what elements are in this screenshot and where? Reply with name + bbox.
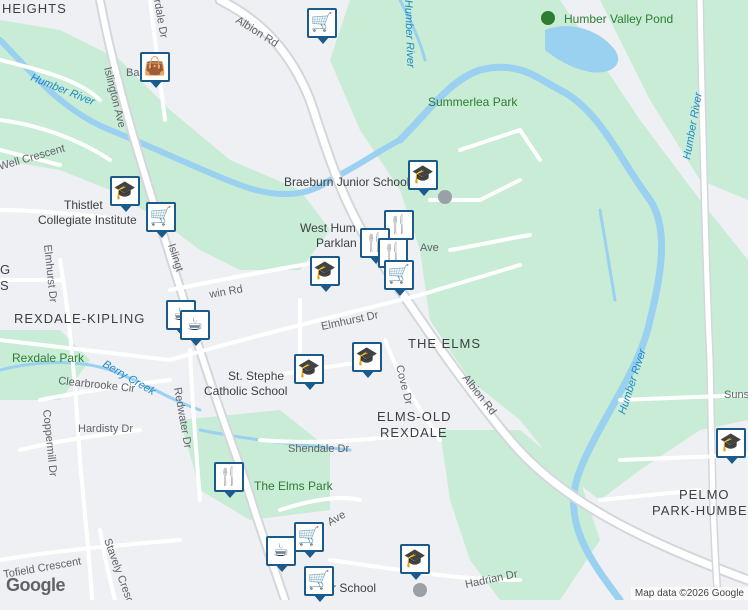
cart-icon: 🛒 (310, 12, 334, 33)
grocery-pin[interactable]: 🛒 (307, 8, 341, 52)
grocery-pin[interactable]: 🛒 (304, 566, 338, 610)
graduation-cap-icon: 🎓 (355, 346, 379, 367)
label-elms-park: The Elms Park (254, 479, 334, 493)
label-humber-valley-pond: Humber Valley Pond (564, 12, 673, 26)
cart-icon: 🛒 (387, 264, 411, 285)
label-west-humber-1: West Hum (300, 221, 356, 235)
label-shendale-dr: Shendale Dr (288, 443, 349, 455)
shopping-bag-icon: 👜 (143, 56, 167, 77)
cart-icon: 🛒 (307, 570, 331, 591)
school-pin[interactable]: 🎓 (352, 342, 386, 386)
school-pin[interactable]: 🎓 (400, 544, 434, 588)
hood-the-elms: THE ELMS (408, 336, 481, 351)
graduation-cap-icon: 🎓 (313, 260, 337, 281)
fork-knife-icon: 🍴 (217, 466, 241, 487)
label-braeburn: Braeburn Junior School (284, 175, 409, 189)
school-pin[interactable]: 🎓 (408, 160, 442, 204)
school-pin[interactable]: 🎓 (310, 256, 344, 300)
hood-rexdale: REXDALE (380, 425, 448, 440)
label-hardisty: Hardisty Dr (78, 423, 133, 435)
shopping-pin[interactable]: 👜 (140, 52, 174, 96)
school-pin[interactable]: 🎓 (716, 428, 748, 472)
park-marker-icon (541, 11, 555, 25)
cafe-pin[interactable]: ☕ (180, 310, 214, 354)
grocery-pin[interactable]: 🛒 (384, 260, 418, 304)
label-sunset: Suns (724, 389, 748, 401)
map-attribution[interactable]: Map data ©2026 Google (630, 587, 748, 600)
coffee-cup-icon: ☕ (272, 540, 290, 561)
cart-icon: 🛒 (149, 206, 173, 227)
graduation-cap-icon: 🎓 (719, 432, 743, 453)
hood-elms-old: ELMS-OLD (377, 409, 451, 424)
hood-park-humberl: PARK-HUMBERL (652, 503, 748, 518)
label-st-stephen-2: Catholic School (204, 384, 287, 398)
school-pin[interactable]: 🎓 (294, 354, 328, 398)
cart-icon: 🛒 (297, 526, 321, 547)
label-ba: Ba (126, 67, 140, 79)
graduation-cap-icon: 🎓 (403, 548, 427, 569)
label-st-stephen-1: St. Stephe (228, 369, 284, 383)
label-ave-1: Ave (420, 242, 439, 254)
grocery-pin[interactable]: 🛒 (294, 522, 328, 566)
graduation-cap-icon: 🎓 (411, 164, 435, 185)
hood-pelmo: PELMO (679, 487, 730, 502)
google-logo: Google (6, 575, 66, 595)
hood-edge-s: S (0, 278, 10, 293)
label-rexdale-park: Rexdale Park (12, 351, 85, 365)
hood-rexdale-kipling: REXDALE-KIPLING (14, 311, 145, 326)
hood-edge-g: G (0, 262, 11, 277)
grocery-pin[interactable]: 🛒 (146, 202, 180, 246)
graduation-cap-icon: 🎓 (297, 358, 321, 379)
label-west-humber-2: Parklan (316, 236, 357, 250)
school-pin[interactable]: 🎓 (110, 176, 144, 220)
label-summerlea-park: Summerlea Park (428, 95, 518, 109)
coffee-cup-icon: ☕ (186, 314, 204, 335)
restaurant-pin[interactable]: 🍴 (214, 462, 248, 506)
graduation-cap-icon: 🎓 (113, 180, 137, 201)
label-thistletown-1: Thistlet (64, 198, 103, 212)
label-humber-river-top: Humber River (402, 0, 416, 69)
hood-heights: HEIGHTS (2, 1, 67, 16)
map-canvas[interactable]: HEIGHTS REXDALE-KIPLING THE ELMS ELMS-OL… (0, 0, 748, 600)
